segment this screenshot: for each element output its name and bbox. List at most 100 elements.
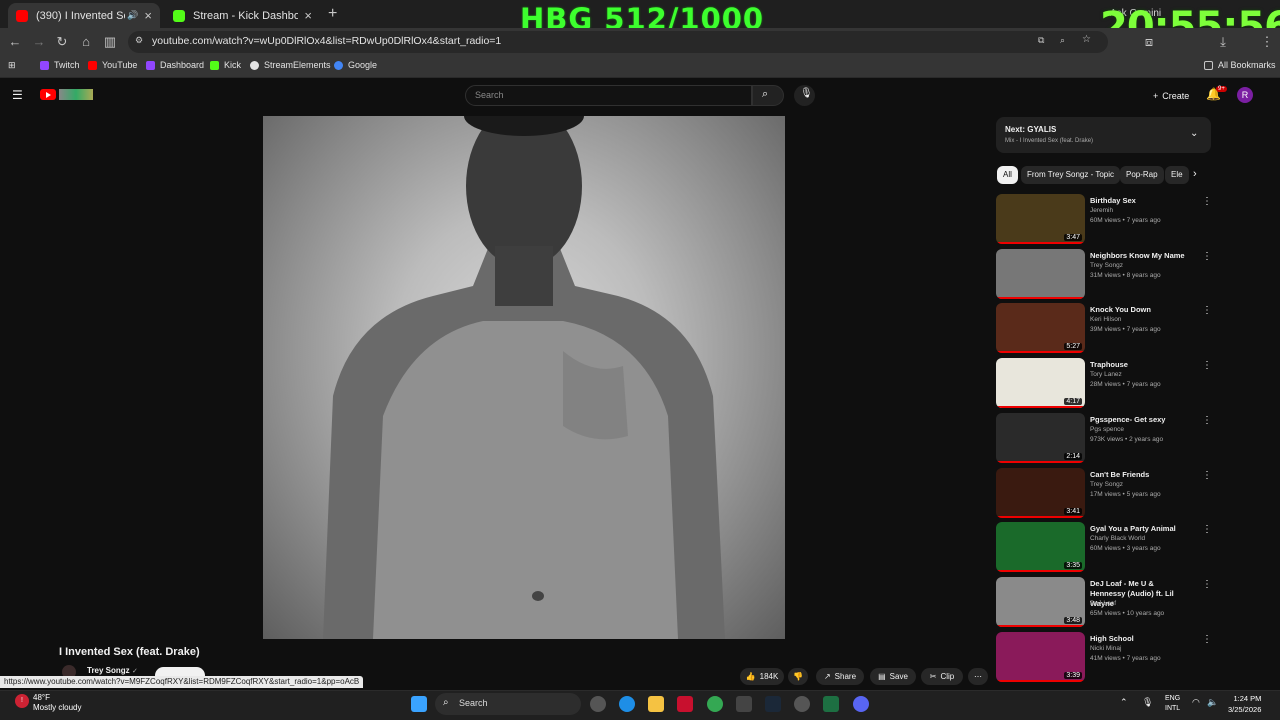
more-options-icon[interactable]: ⋮ [1202, 415, 1212, 426]
weather-widget[interactable]: 48°F Mostly cloudy [33, 693, 81, 713]
video-title[interactable]: Can't Be Friends [1090, 470, 1190, 480]
split-view-icon[interactable]: ▥ [101, 33, 119, 51]
site-info-icon[interactable]: ⚙ [135, 35, 143, 46]
chip-ele[interactable]: Ele [1165, 166, 1189, 184]
tab-kick-dashboard[interactable]: Stream - Kick Dashboard × [165, 3, 320, 28]
channel-name[interactable]: Jeremih [1090, 207, 1113, 214]
channel-name[interactable]: Keri Hilson [1090, 316, 1121, 323]
bookmark-dashboard[interactable]: Dashboard [146, 60, 204, 70]
volume-icon[interactable]: 🔈 [1207, 697, 1218, 708]
like-button[interactable]: 👍 184K [740, 668, 784, 685]
video-thumbnail[interactable]: 4:17 [996, 358, 1085, 409]
more-options-icon[interactable]: ⋮ [1202, 251, 1212, 262]
reload-icon[interactable]: ↻ [53, 33, 71, 51]
tab-youtube[interactable]: (390) I Invented Sex (feat. D 🔊 × [8, 3, 160, 28]
download-icon[interactable]: ⤓ [1214, 33, 1232, 51]
file-explorer-icon[interactable] [648, 696, 664, 712]
system-clock[interactable]: 1:24 PM 3/25/2026 [1228, 693, 1261, 715]
more-options-icon[interactable]: ⋮ [1202, 196, 1212, 207]
create-button[interactable]: + Create [1153, 87, 1189, 104]
microphone-icon[interactable]: 🎙 [1142, 697, 1153, 708]
playlist-item[interactable]: 3:48 DeJ Loaf - Me U & Hennessy (Audio) f… [996, 576, 1212, 627]
bookmark-youtube[interactable]: YouTube [88, 60, 137, 70]
bookmark-twitch[interactable]: Twitch [40, 60, 80, 70]
channel-name[interactable]: Nicki Minaj [1090, 645, 1121, 652]
channel-name[interactable]: Tory Lanez [1090, 371, 1122, 378]
new-tab-button[interactable]: + [328, 5, 337, 23]
more-options-icon[interactable]: ⋮ [1202, 305, 1212, 316]
video-title[interactable]: Neighbors Know My Name [1090, 251, 1190, 261]
chip-all[interactable]: All [997, 166, 1018, 184]
speaker-icon[interactable]: 🔊 [127, 10, 138, 21]
weather-alert-icon[interactable]: ! [15, 694, 29, 708]
more-options-icon[interactable]: ⋮ [1202, 579, 1212, 590]
dislike-button[interactable]: 👎 [788, 668, 808, 685]
video-thumbnail[interactable]: 3:47 [996, 194, 1085, 244]
hamburger-menu-icon[interactable]: ☰ [12, 88, 23, 102]
more-options-icon[interactable]: ⋮ [1202, 360, 1212, 371]
bookmark-streamelements[interactable]: StreamElements [250, 60, 331, 70]
playlist-item[interactable]: Neighbors Know My Name Trey Songz 31M view… [996, 248, 1212, 299]
apps-grid-icon[interactable]: ⊞ [8, 60, 16, 71]
home-icon[interactable]: ⌂ [77, 33, 95, 51]
back-icon[interactable]: ← [6, 33, 24, 51]
clip-button[interactable]: ✂ Clip [921, 668, 963, 685]
tray-overflow-icon[interactable]: ⌃ [1120, 697, 1128, 708]
app-icon[interactable] [736, 696, 752, 712]
app-icon[interactable] [590, 696, 606, 712]
youtube-logo-icon[interactable] [40, 89, 56, 100]
chevron-right-icon[interactable]: › [1193, 168, 1197, 180]
video-title[interactable]: High School [1090, 634, 1190, 644]
app-icon[interactable] [823, 696, 839, 712]
all-bookmarks-folder[interactable]: All Bookmarks [1204, 60, 1276, 70]
video-thumbnail[interactable]: 2:14 [996, 412, 1085, 463]
language-indicator[interactable]: ENG INTL [1165, 694, 1180, 714]
chevron-down-icon[interactable]: ⌄ [1190, 128, 1198, 139]
menu-kebab-icon[interactable]: ⋮ [1258, 33, 1276, 51]
save-button[interactable]: ▤ Save [870, 668, 916, 685]
video-thumbnail[interactable]: 3:35 [996, 522, 1085, 573]
playlist-item[interactable]: 4:17 Traphouse Tory Lanez 28M views • 7 yea… [996, 358, 1212, 409]
chrome-icon[interactable] [707, 696, 723, 712]
playlist-item[interactable]: 3:41 Can't Be Friends Trey Songz 17M views … [996, 467, 1212, 518]
app-icon[interactable] [677, 696, 693, 712]
search-button[interactable]: ⌕ [752, 85, 784, 106]
chip-from-trey-songz[interactable]: From Trey Songz - Topic [1021, 166, 1120, 184]
channel-name[interactable]: Pgs spence [1090, 426, 1124, 433]
search-input[interactable]: Search [465, 85, 752, 106]
chip-pop-rap[interactable]: Pop-Rap [1120, 166, 1164, 184]
channel-name[interactable]: Charly Black World [1090, 535, 1145, 542]
playlist-item[interactable]: 3:39 High School Nicki Minaj 41M views • 7 … [996, 631, 1212, 682]
video-thumbnail[interactable]: 3:41 [996, 467, 1085, 518]
video-title[interactable]: Traphouse [1090, 360, 1190, 370]
playlist-item[interactable]: 5:27 Knock You Down Keri Hilson 39M views •… [996, 303, 1212, 354]
video-title[interactable]: Birthday Sex [1090, 196, 1190, 206]
windows-start-icon[interactable] [411, 696, 427, 712]
video-thumbnail[interactable]: 3:39 [996, 631, 1085, 682]
address-bar[interactable]: ⚙ youtube.com/watch?v=wUp0DlRlOx4&list=R… [128, 31, 1108, 53]
more-options-icon[interactable]: ⋮ [1202, 524, 1212, 535]
more-options-icon[interactable]: ⋮ [1202, 470, 1212, 481]
close-tab-icon[interactable]: × [144, 8, 152, 23]
video-player[interactable] [263, 116, 785, 639]
discord-icon[interactable] [853, 696, 869, 712]
video-title[interactable]: Pgsspence- Get sexy [1090, 415, 1190, 425]
doodle-logo-icon[interactable] [59, 89, 93, 100]
mix-playlist-header[interactable]: Next: GYALIS Mix - I Invented Sex (feat.… [996, 117, 1211, 153]
wifi-icon[interactable]: ◠ [1192, 697, 1200, 708]
video-thumbnail[interactable]: 3:48 [996, 576, 1085, 627]
bookmark-google[interactable]: Google [334, 60, 377, 70]
extensions-icon[interactable]: ⧈ [1140, 33, 1158, 51]
video-title[interactable]: Knock You Down [1090, 305, 1190, 315]
video-thumbnail[interactable]: 5:27 [996, 303, 1085, 354]
edge-icon[interactable] [619, 696, 635, 712]
close-tab-icon[interactable]: × [304, 8, 312, 23]
bookmark-star-icon[interactable]: ☆ [1082, 34, 1091, 45]
channel-name[interactable]: Trey Songz [1090, 481, 1123, 488]
install-app-icon[interactable]: ⧉ [1038, 35, 1044, 46]
steam-icon[interactable] [765, 696, 781, 712]
more-actions-button[interactable]: ⋯ [968, 668, 988, 685]
playlist-item[interactable]: 3:35 Gyal You a Party Animal Charly Black … [996, 522, 1212, 573]
taskbar-search[interactable]: ⌕ Search [435, 693, 581, 715]
playlist-item[interactable]: 2:14 Pgsspence- Get sexy Pgs spence 973K vi… [996, 412, 1212, 463]
